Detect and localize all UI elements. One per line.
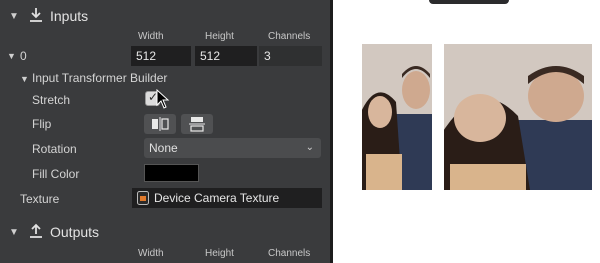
col-header-height: Height: [205, 31, 234, 42]
mouse-cursor-icon: [156, 89, 170, 109]
transformer-chevron-icon[interactable]: ▼: [20, 74, 29, 84]
fill-color-label: Fill Color: [32, 167, 80, 181]
fill-color-swatch[interactable]: [144, 164, 199, 182]
device-camera-icon: [137, 191, 149, 205]
download-icon: [30, 8, 42, 22]
flip-vertical-button[interactable]: [181, 114, 213, 134]
rotation-label: Rotation: [32, 142, 77, 156]
portrait-photo-left: [362, 44, 432, 190]
chevron-down-icon: ⌄: [305, 142, 314, 153]
input-channels-field[interactable]: 3: [259, 46, 322, 66]
portrait-photo-right: [444, 44, 592, 190]
outputs-section-header[interactable]: ▼ Outputs: [0, 220, 330, 244]
chevron-down-icon[interactable]: ▼: [9, 11, 19, 22]
input-height-field[interactable]: 512: [195, 46, 257, 66]
texture-field[interactable]: Device Camera Texture: [132, 188, 322, 208]
texture-label: Texture: [20, 192, 60, 206]
toolbar-stub: [429, 0, 509, 4]
inspector-panel: ▼ Inputs Width Height Channels ▼ 0 512 5…: [0, 0, 330, 263]
col-header-channels: Channels: [268, 31, 311, 42]
col-header-width: Width: [138, 31, 164, 42]
output-col-header-channels: Channels: [268, 248, 311, 259]
output-col-header-height: Height: [205, 248, 234, 259]
input-0-chevron-icon[interactable]: ▼: [7, 51, 16, 61]
rotation-select[interactable]: None ⌄: [144, 138, 321, 158]
inputs-section-header[interactable]: ▼ Inputs: [0, 4, 330, 28]
output-preview-image: [444, 44, 592, 190]
chevron-down-icon[interactable]: ▼: [9, 227, 19, 238]
input-width-field[interactable]: 512: [131, 46, 191, 66]
stretch-label: Stretch: [32, 93, 71, 107]
upload-icon: [30, 223, 42, 238]
flip-label: Flip: [32, 117, 52, 131]
panel-divider[interactable]: [330, 0, 333, 263]
flip-vertical-icon: [189, 117, 205, 132]
inputs-title: Inputs: [50, 8, 89, 24]
flip-horizontal-icon: [152, 117, 169, 131]
flip-horizontal-button[interactable]: [144, 114, 176, 134]
input-0-label: 0: [20, 49, 27, 63]
rotation-value: None: [149, 141, 178, 155]
texture-value: Device Camera Texture: [154, 191, 280, 205]
input-preview-image: [362, 44, 432, 190]
transformer-title: Input Transformer Builder: [32, 71, 168, 85]
output-col-header-width: Width: [138, 248, 164, 259]
outputs-title: Outputs: [50, 224, 100, 240]
